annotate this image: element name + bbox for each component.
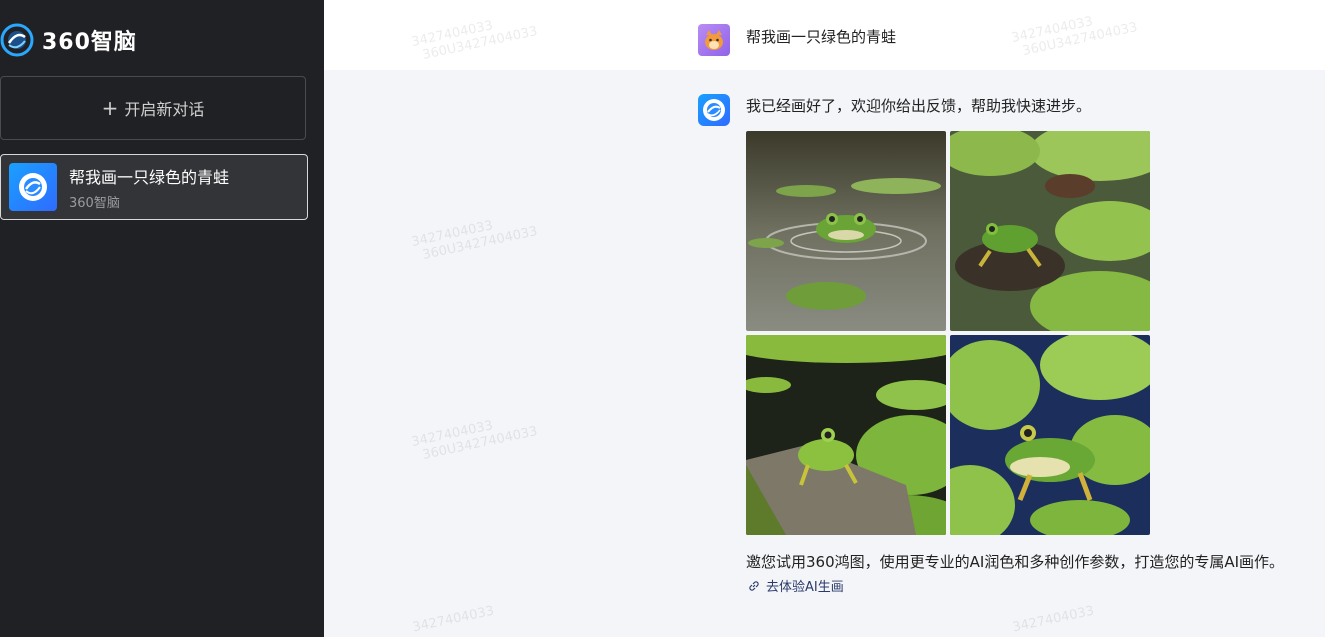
generated-image-grid	[746, 131, 1150, 535]
plus-icon: +	[101, 96, 119, 120]
brain-logo-icon	[0, 23, 34, 57]
watermark: 3427404033360U3427404033	[410, 218, 539, 264]
watermark: 3427404033	[411, 603, 496, 636]
cat-avatar-icon	[705, 30, 723, 50]
brain-logo-icon	[703, 99, 725, 121]
conversation-title: 帮我画一只绿色的青蛙	[69, 167, 230, 187]
frog-on-lilypad-image[interactable]	[950, 131, 1150, 331]
conversation-subtitle: 360智脑	[69, 195, 120, 211]
frog-on-leaf-image[interactable]	[950, 335, 1150, 535]
new-chat-label: 开启新对话	[124, 100, 205, 119]
new-chat-button[interactable]: + 开启新对话	[0, 76, 306, 140]
frog-in-water-image[interactable]	[746, 131, 946, 331]
logo[interactable]: 360智脑	[0, 22, 137, 58]
chat-main: 3427404033 360U3427404033 3427404033 360U3…	[324, 0, 1325, 637]
brain-logo-icon	[19, 173, 47, 201]
bot-avatar	[698, 94, 730, 126]
conversation-item[interactable]: 帮我画一只绿色的青蛙 360智脑	[0, 154, 308, 220]
invite-text: 邀您试用360鸿图，使用更专业的AI润色和多种创作参数，打造您的专属AI画作。	[746, 553, 1285, 571]
logo-text: 360智脑	[42, 30, 137, 55]
try-link-label: 去体验AI生画	[766, 580, 844, 595]
sidebar: 360智脑 + 开启新对话 帮我画一只绿色的青蛙 360智脑	[0, 0, 324, 637]
brain-avatar-icon	[9, 163, 57, 211]
link-icon	[749, 580, 759, 591]
user-avatar	[698, 24, 730, 56]
watermark: 3427404033360U3427404033	[410, 418, 539, 464]
user-message: 帮我画一只绿色的青蛙	[746, 28, 897, 46]
frog-on-rock-image[interactable]	[746, 335, 946, 535]
try-ai-painting-link[interactable]: 去体验AI生画	[748, 576, 844, 595]
bot-message: 我已经画好了，欢迎你给出反馈，帮助我快速进步。	[746, 97, 1092, 115]
watermark: 3427404033	[1011, 603, 1096, 636]
